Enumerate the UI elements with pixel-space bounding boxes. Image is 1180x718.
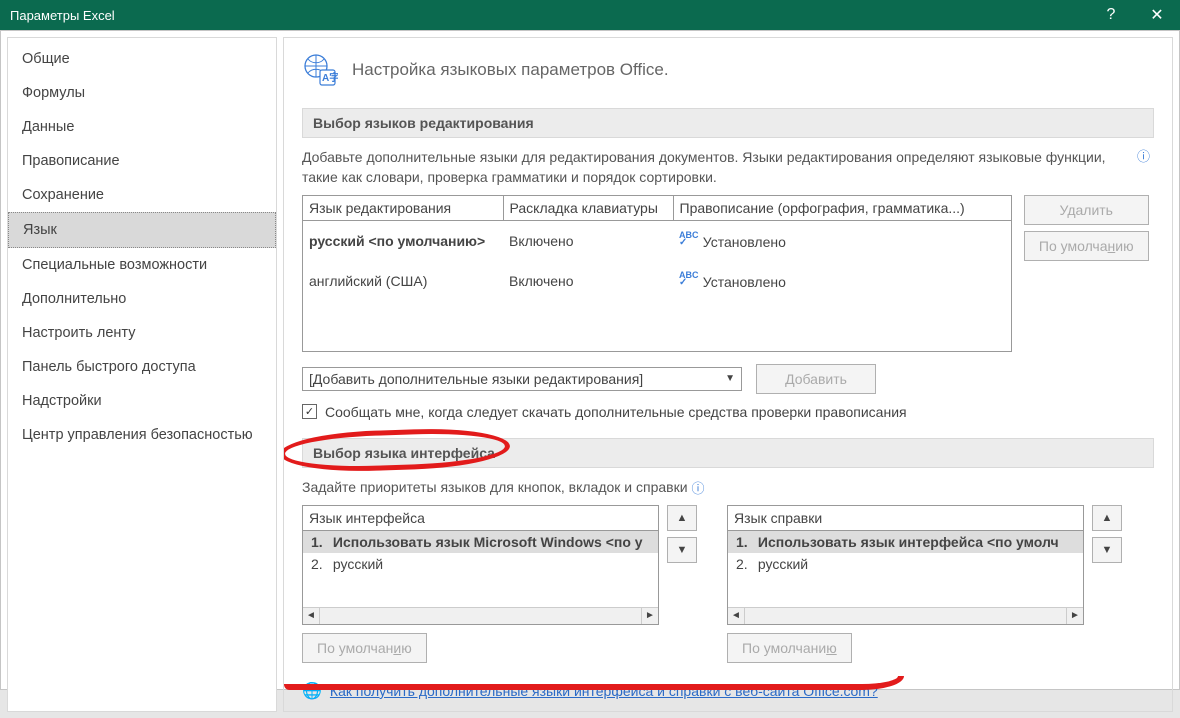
sidebar-item-9[interactable]: Панель быстрого доступа: [8, 350, 276, 384]
sidebar-item-8[interactable]: Настроить ленту: [8, 316, 276, 350]
info-icon[interactable]: ⓘ: [1137, 148, 1150, 166]
globe-icon: 🌐: [302, 681, 322, 701]
table-row[interactable]: русский <по умолчанию>ВключеноABC Устано…: [303, 221, 1011, 261]
sidebar-item-1[interactable]: Формулы: [8, 76, 276, 110]
chevron-down-icon: ▼: [725, 373, 735, 384]
ui-language-help-text: Задайте приоритеты языков для кнопок, вк…: [302, 478, 1154, 497]
hscrollbar[interactable]: ◄ ►: [303, 607, 658, 624]
help-language-label: Язык справки: [727, 505, 1084, 530]
move-up-button[interactable]: ▲: [1092, 505, 1122, 531]
display-language-label: Язык интерфейса: [302, 505, 659, 530]
editing-languages-table[interactable]: Язык редактирования Раскладка клавиатуры…: [302, 195, 1012, 352]
display-language-listbox[interactable]: 1. Использовать язык Microsoft Windows <…: [302, 530, 659, 625]
help-default-button[interactable]: По умолчанию: [727, 633, 852, 663]
spellcheck-icon: ABC: [679, 230, 695, 242]
list-item[interactable]: 2. русский: [728, 553, 1083, 575]
add-language-combo-text: [Добавить дополнительные языки редактиро…: [309, 371, 643, 387]
remove-language-button[interactable]: Удалить: [1024, 195, 1149, 225]
add-language-combo[interactable]: [Добавить дополнительные языки редактиро…: [302, 367, 742, 391]
scroll-right-icon[interactable]: ►: [1066, 607, 1083, 624]
display-default-button[interactable]: По умолчанию: [302, 633, 427, 663]
svg-text:A字: A字: [322, 71, 338, 84]
notify-checkbox-label: Сообщать мне, когда следует скачать допо…: [325, 404, 907, 420]
help-button[interactable]: ?: [1088, 0, 1134, 30]
options-dialog: ОбщиеФормулыДанныеПравописаниеСохранение…: [0, 30, 1180, 690]
help-language-listbox[interactable]: 1. Использовать язык интерфейса <по умол…: [727, 530, 1084, 625]
editing-help-text-content: Добавьте дополнительные языки для редакт…: [302, 149, 1106, 185]
set-default-language-button[interactable]: По умолчанию: [1024, 231, 1149, 261]
titlebar: Параметры Excel ? ✕: [0, 0, 1180, 30]
close-button[interactable]: ✕: [1134, 0, 1180, 30]
spellcheck-icon: ABC: [679, 270, 695, 282]
sidebar-item-7[interactable]: Дополнительно: [8, 282, 276, 316]
main-panel: A字 Настройка языковых параметров Office.…: [283, 37, 1173, 712]
window-title: Параметры Excel: [10, 8, 1088, 23]
table-row[interactable]: английский (США)ВключеноABC Установлено: [303, 261, 1011, 301]
page-title: Настройка языковых параметров Office.: [352, 60, 669, 80]
editing-languages-section-header: Выбор языков редактирования: [302, 108, 1154, 138]
sidebar-item-10[interactable]: Надстройки: [8, 384, 276, 418]
get-more-languages-link[interactable]: Как получить дополнительные языки интерф…: [330, 683, 878, 699]
sidebar-item-2[interactable]: Данные: [8, 110, 276, 144]
sidebar-item-3[interactable]: Правописание: [8, 144, 276, 178]
sidebar-item-0[interactable]: Общие: [8, 42, 276, 76]
editing-help-text: Добавьте дополнительные языки для редакт…: [302, 148, 1154, 187]
list-item[interactable]: 1. Использовать язык Microsoft Windows <…: [303, 531, 658, 553]
sidebar: ОбщиеФормулыДанныеПравописаниеСохранение…: [7, 37, 277, 712]
sidebar-item-4[interactable]: Сохранение: [8, 178, 276, 212]
scroll-right-icon[interactable]: ►: [641, 607, 658, 624]
ui-language-section-header: Выбор языка интерфейса: [302, 438, 1154, 468]
add-language-button[interactable]: Добавить: [756, 364, 876, 394]
notify-proofing-checkbox[interactable]: ✓ Сообщать мне, когда следует скачать до…: [302, 404, 1154, 420]
info-icon[interactable]: ⓘ: [692, 478, 705, 497]
sidebar-item-5[interactable]: Язык: [8, 212, 276, 248]
move-down-button[interactable]: ▼: [667, 537, 697, 563]
remove-button-label: Удалить: [1060, 202, 1113, 218]
col-proofing: Правописание (орфография, грамматика...): [673, 196, 1011, 221]
list-item[interactable]: 2. русский: [303, 553, 658, 575]
col-keyboard: Раскладка клавиатуры: [503, 196, 673, 221]
sidebar-item-11[interactable]: Центр управления безопасностью: [8, 418, 276, 452]
hscrollbar[interactable]: ◄ ►: [728, 607, 1083, 624]
scroll-left-icon[interactable]: ◄: [303, 607, 320, 624]
list-item[interactable]: 1. Использовать язык интерфейса <по умол…: [728, 531, 1083, 553]
move-down-button[interactable]: ▼: [1092, 537, 1122, 563]
move-up-button[interactable]: ▲: [667, 505, 697, 531]
checkbox-icon: ✓: [302, 404, 317, 419]
sidebar-item-6[interactable]: Специальные возможности: [8, 248, 276, 282]
col-editing-language: Язык редактирования: [303, 196, 503, 221]
language-globe-icon: A字: [302, 52, 338, 88]
scroll-left-icon[interactable]: ◄: [728, 607, 745, 624]
